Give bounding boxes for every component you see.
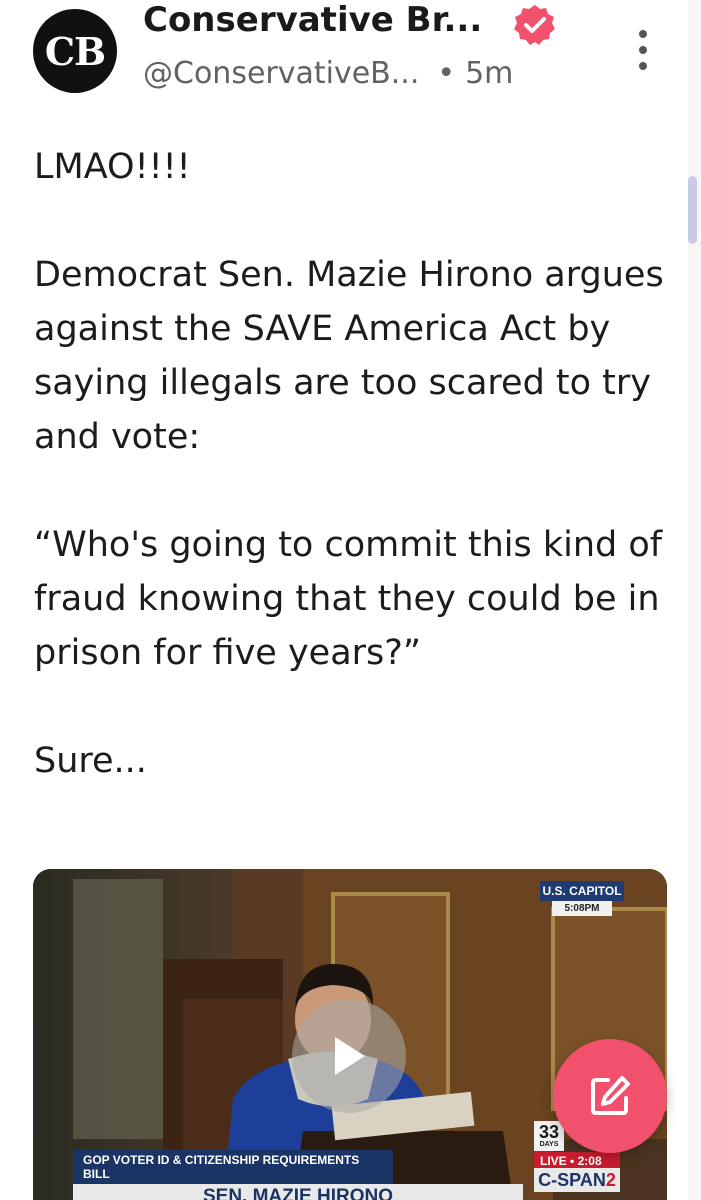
post-line-4: Sure...: [34, 741, 147, 781]
post-line-1: LMAO!!!!: [34, 147, 191, 187]
post-text: LMAO!!!! Democrat Sen. Mazie Hirono argu…: [34, 140, 664, 788]
post-paragraph-3: “Who's going to commit this kind of frau…: [34, 525, 663, 673]
network-name: C-SPAN: [538, 1170, 606, 1190]
author-name[interactable]: Conservative Br...: [143, 0, 482, 40]
more-dot: [639, 46, 647, 54]
days-counter: 33 DAYS: [534, 1121, 564, 1151]
video-player[interactable]: U.S. CAPITOL 5:08PM GOP VOTER ID & CITIZ…: [33, 869, 667, 1200]
location-label: U.S. CAPITOL: [540, 881, 624, 901]
verified-badge-icon: [514, 5, 555, 45]
compose-button[interactable]: [553, 1039, 667, 1153]
live-label: LIVE: [540, 1154, 567, 1168]
author-meta: @ConservativeB... • 5m: [143, 56, 513, 91]
compose-icon: [591, 1076, 630, 1115]
play-icon: [335, 1037, 365, 1075]
bill-caption: GOP VOTER ID & CITIZENSHIP REQUIREMENTS …: [73, 1150, 393, 1184]
play-button[interactable]: [292, 999, 406, 1113]
caption-lower-third: GOP VOTER ID & CITIZENSHIP REQUIREMENTS …: [73, 1150, 533, 1200]
location-time: 5:08PM: [552, 901, 612, 916]
author-avatar[interactable]: CB: [33, 9, 117, 93]
scrollbar-thumb[interactable]: [688, 176, 697, 244]
network-suffix: 2: [605, 1170, 616, 1190]
more-dot: [639, 62, 647, 70]
author-handle[interactable]: @ConservativeB...: [143, 56, 419, 91]
more-options-button[interactable]: [628, 30, 658, 70]
post-time[interactable]: 5m: [465, 56, 513, 91]
location-overlay: U.S. CAPITOL 5:08PM: [540, 881, 624, 916]
more-vertical-icon: [639, 30, 647, 38]
speaker-caption: SEN. MAZIE HIRONO: [73, 1184, 523, 1200]
network-logo: C-SPAN2: [534, 1168, 620, 1192]
live-time: 2:08: [577, 1154, 602, 1168]
meta-separator: •: [437, 56, 456, 91]
days-label: DAYS: [539, 1141, 559, 1148]
post-paragraph-2: Democrat Sen. Mazie Hirono argues agains…: [34, 255, 664, 457]
